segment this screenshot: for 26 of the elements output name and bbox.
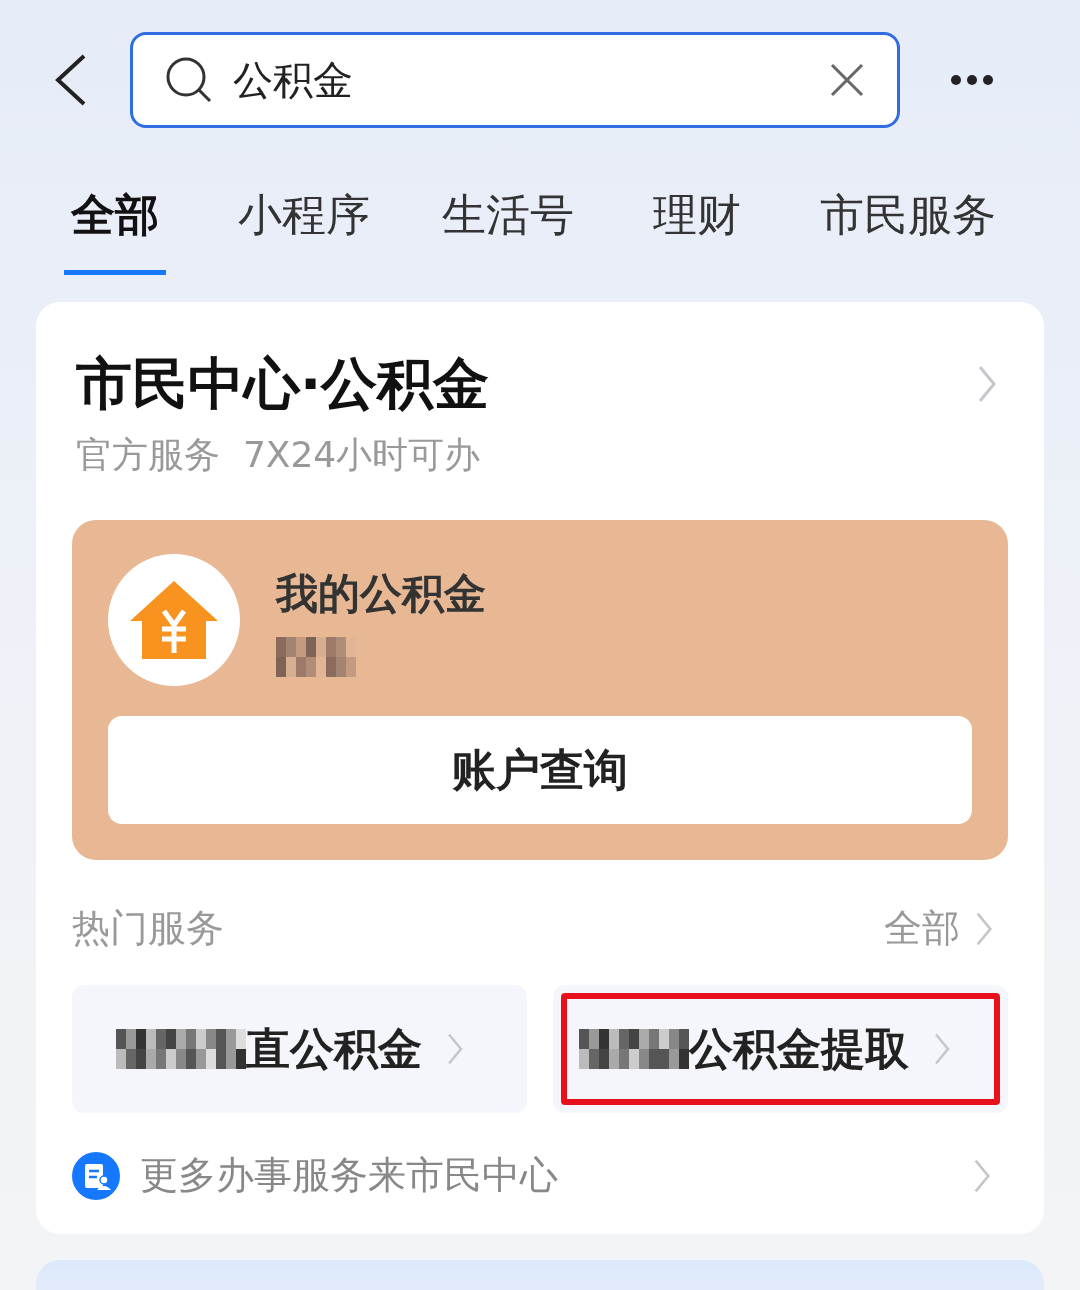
tab[interactable]: 理财 [646,160,748,275]
chevron-right-icon [933,1032,951,1066]
account-query-button[interactable]: 账户查询 [108,716,972,824]
account-title: 我的公积金 [276,568,486,620]
chevron-right-icon [974,910,994,947]
tab[interactable]: 全部 [64,160,166,275]
close-icon[interactable] [829,62,865,98]
chevron-right-icon [976,364,998,404]
document-person-icon [72,1151,120,1200]
tab[interactable]: 小程序 [238,160,370,275]
search-icon [165,56,213,104]
search-field[interactable]: 公积金 [130,32,900,128]
chevron-right-icon [972,1157,992,1194]
more-services-link[interactable]: 更多办事服务来市民中心 [140,1147,972,1204]
tab[interactable]: 市民服务 [820,160,996,275]
search-text: 公积金 [233,56,354,105]
card-title[interactable]: 市民中心·公积金 [72,342,490,426]
service-button[interactable]: 直公积金 [72,985,527,1113]
chevron-right-icon [446,1032,464,1066]
service-label: 公积金提取 [689,1022,909,1076]
more-icon[interactable] [950,74,994,86]
service-button[interactable]: 公积金提取 [553,985,1008,1113]
tab[interactable]: 生活号 [442,160,574,275]
section-label: 热门服务 [72,905,224,952]
service-label: 直公积金 [246,1022,422,1076]
card-subtitle: 官方服务 7X24小时可办 [75,433,482,477]
